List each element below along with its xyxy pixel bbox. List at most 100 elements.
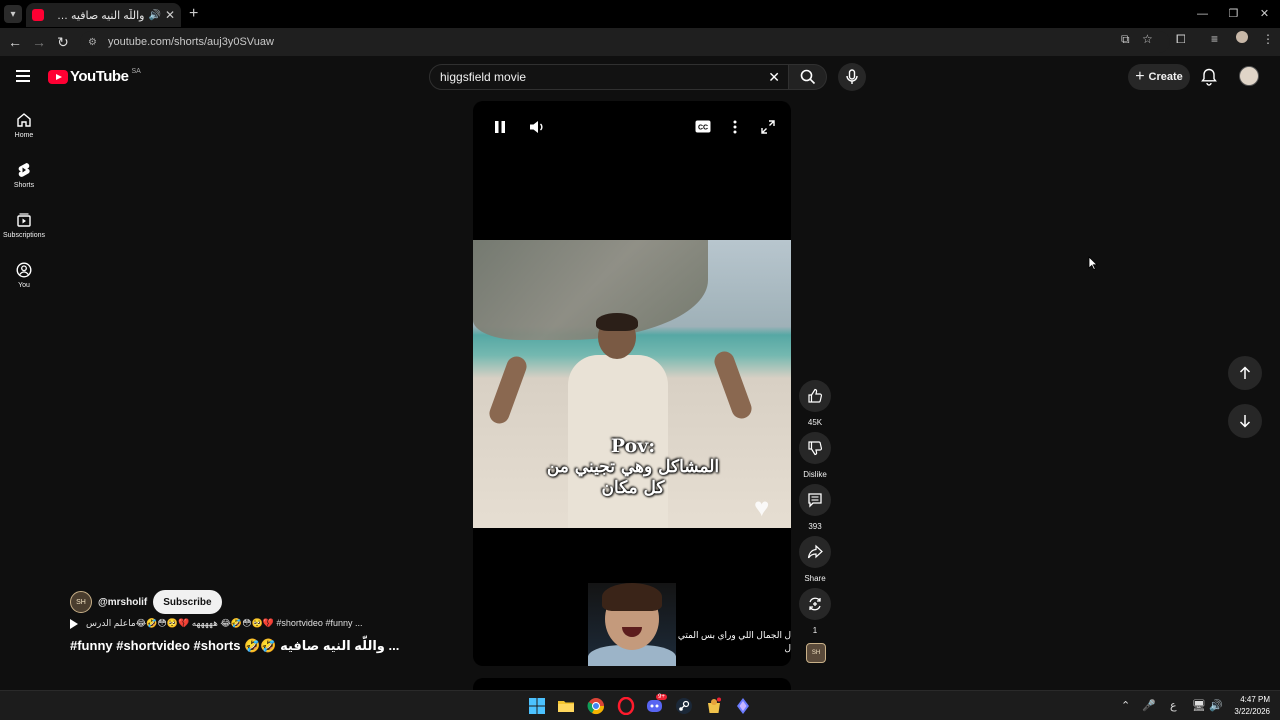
browser-tab-strip: ▾ واللّه النيه صافيه 🤣🤣 #funny 🔊 ✕ + — ❐… [0,0,1280,28]
search-input[interactable]: higgsfield movie ✕ [429,64,789,90]
voice-search-button[interactable] [838,63,866,91]
comments-action: 393 [799,484,831,531]
network-icon[interactable]: 🖥 [1192,699,1206,712]
share-button[interactable] [799,536,831,568]
like-action: 45K [799,380,831,427]
file-explorer-icon[interactable] [557,697,575,715]
game-app-icon[interactable] [705,697,723,715]
system-clock[interactable]: 4:47 PM 3/22/2026 [1234,694,1270,718]
profile-icon[interactable] [1236,31,1248,43]
search-button[interactable] [789,64,827,90]
subscriptions-icon [17,212,31,227]
share-label: Share [804,574,826,583]
dislike-button[interactable] [799,432,831,464]
tray-microphone-icon[interactable]: 🎤 [1142,699,1156,712]
notifications-bell-icon[interactable] [1201,68,1217,86]
video-frame[interactable]: Pov: المشاكل وهي تجيني من كل مكان ♥ [473,240,791,528]
more-options-icon[interactable] [733,120,737,134]
account-avatar[interactable] [1239,66,1259,86]
share-action: Share [799,536,831,583]
window-controls: — ❐ ✕ [1187,0,1280,28]
search-icon [800,69,815,85]
microphone-icon [846,69,858,84]
like-count: 45K [807,418,823,427]
sidebar-item-label: Shorts [13,181,35,189]
play-icon [70,618,78,629]
previous-short-button[interactable] [1228,356,1262,390]
volume-icon[interactable] [529,120,545,134]
site-info-icon[interactable]: ⚙ [88,37,100,48]
url-text: youtube.com/shorts/auj3y0SVuaw [108,36,274,48]
remix-button[interactable] [799,588,831,620]
menu-icon[interactable] [16,70,30,82]
crypto-app-icon[interactable] [734,697,752,715]
fullscreen-icon[interactable] [761,120,775,134]
tab-search-button[interactable]: ▾ [4,5,22,23]
extensions-icon[interactable]: ⧠ [1176,32,1186,47]
captions-icon[interactable]: CC [695,120,711,133]
minimize-button[interactable]: — [1187,0,1218,28]
input-language-indicator[interactable]: ع [1170,699,1177,712]
shorts-player[interactable]: CC Pov: المشاكل وهي تجيني من كل مكان ♥ ل… [473,101,791,666]
channel-avatar-small[interactable]: SH [806,643,826,663]
volume-tray-icon[interactable]: 🔊 [1209,699,1223,712]
reload-button[interactable]: ↻ [51,34,75,51]
remix-count: 1 [812,626,818,635]
next-short-button[interactable] [1228,404,1262,438]
remix-action: 1 [799,588,831,635]
sidebar-item-label: Subscriptions [2,231,46,239]
arrow-down-icon [1239,415,1251,428]
browser-menu-icon[interactable]: ⋮ [1262,32,1274,46]
windows-start-icon[interactable] [528,697,546,715]
media-control-icon[interactable]: ≡ [1211,32,1218,46]
youtube-logo[interactable]: YouTube SA [48,68,141,85]
comment-icon [808,493,822,508]
you-icon [16,261,32,278]
pause-icon[interactable] [494,120,506,134]
svg-text:CC: CC [698,125,708,132]
close-window-button[interactable]: ✕ [1249,0,1280,28]
restore-button[interactable]: ❐ [1218,0,1249,28]
steam-icon[interactable] [675,697,693,715]
sidebar-item-you[interactable]: You [0,250,48,300]
new-tab-button[interactable]: + [189,5,198,23]
like-button[interactable] [799,380,831,412]
windows-taskbar: 9+ ⌃ 🎤 ع 🖥 🔊 4:47 PM 3/22/2026 [0,690,1280,720]
youtube-play-icon [48,69,68,84]
search-value: higgsfield movie [440,70,527,84]
tab-close-icon[interactable]: ✕ [165,8,175,22]
create-label: Create [1148,71,1183,83]
video-title[interactable]: #funny #shortvideo #shorts 🤣🤣 واللّه الن… [70,638,399,654]
tray-overflow-icon[interactable]: ⌃ [1121,699,1130,712]
channel-avatar[interactable]: SH [70,591,92,613]
dislike-action: Dislike [799,432,831,479]
subscribe-button[interactable]: Subscribe [153,590,222,614]
caption-line: المشاكل وهي تجيني من [546,457,720,477]
sidebar-item-label: Home [14,131,34,139]
opera-icon[interactable] [617,697,635,715]
clear-search-icon[interactable]: ✕ [768,69,780,86]
mouse-cursor-icon [1088,256,1098,270]
heart-watermark-icon: ♥ [754,492,770,522]
chrome-icon[interactable] [587,697,605,715]
country-code: SA [131,68,141,75]
back-button[interactable]: ← [3,34,27,50]
sidebar-item-shorts[interactable]: Shorts [0,150,48,200]
caption-line: Pov: [610,435,656,457]
create-button[interactable]: + Create [1128,64,1190,90]
sidebar-item-subscriptions[interactable]: Subscriptions [0,200,48,250]
bookmark-star-icon[interactable]: ☆ [1142,32,1153,46]
forward-button[interactable]: → [27,34,51,50]
channel-handle[interactable]: @mrsholif [98,597,147,608]
sidebar-item-home[interactable]: Home [0,100,48,150]
install-app-icon[interactable]: ⧉ [1121,32,1130,47]
clock-time: 4:47 PM [1240,695,1270,704]
comments-button[interactable] [799,484,831,516]
address-bar[interactable]: ⚙ youtube.com/shorts/auj3y0SVuaw [80,31,1170,53]
clock-date: 3/22/2026 [1234,707,1270,716]
bottom-overlay-text: ل الجمال اللي وراي بس المتي ل [677,629,791,655]
video-description[interactable]: هههههه 💔🥺😳🤣😂ماعلم الدرس 😂🤣😳🥺💔 #shortvide… [70,618,370,629]
share-icon [807,544,823,559]
tab-audio-icon[interactable]: 🔊 [148,10,160,21]
browser-tab-active[interactable]: واللّه النيه صافيه 🤣🤣 #funny 🔊 ✕ [26,3,181,27]
